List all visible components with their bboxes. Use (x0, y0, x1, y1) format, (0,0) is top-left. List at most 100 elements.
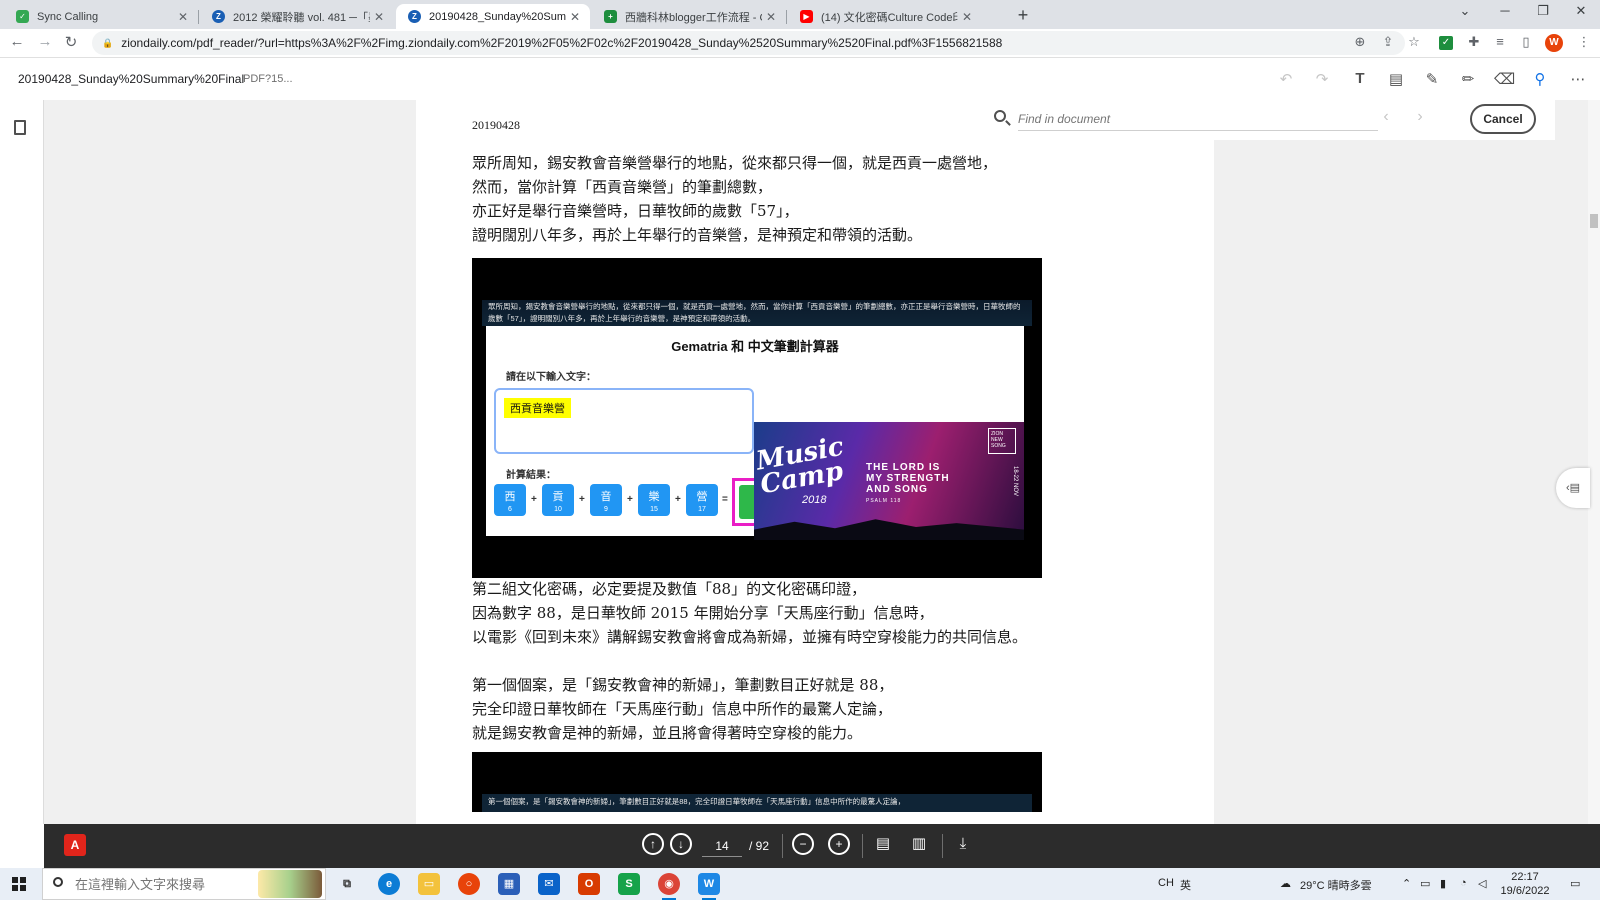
search-icon[interactable]: ⚲ (1530, 70, 1550, 88)
eraser-icon[interactable]: ⌫ (1494, 70, 1515, 88)
page-thumbnails-icon[interactable] (14, 120, 26, 135)
extension-checkmark-icon[interactable]: ✓ (1439, 36, 1453, 50)
zoom-out-icon[interactable]: − (792, 833, 814, 855)
zion-favicon-icon: Z (408, 10, 421, 23)
clock-date: 19/6/2022 (1500, 885, 1550, 897)
more-options-icon[interactable]: ⋯ (1568, 70, 1588, 88)
tab-culture-code-youtube[interactable]: ▶ (14) 文化密碼Culture Code印證 ✕ (788, 4, 982, 29)
edge-browser-icon[interactable]: e (378, 873, 400, 895)
page-number-input[interactable] (702, 835, 742, 857)
new-tab-button[interactable]: + (1012, 5, 1034, 26)
network-icon[interactable]: ▭ (1420, 877, 1430, 890)
find-in-document-input[interactable] (1018, 107, 1378, 131)
volume-icon[interactable]: ◁ (1478, 877, 1486, 890)
vertical-scrollbar[interactable] (1588, 100, 1600, 824)
weather-text[interactable]: 29°C 晴時多雲 (1300, 877, 1372, 893)
store-icon[interactable]: ▦ (498, 873, 520, 895)
tab-strip: ✓ Sync Calling ✕ Z 2012 榮耀聆聽 vol. 481 ─「… (0, 0, 1600, 29)
highlight-icon[interactable]: ✎ (1422, 70, 1442, 88)
previous-result-icon[interactable]: ‹ (1378, 108, 1394, 126)
show-hidden-icons-icon[interactable]: ⌃ (1402, 877, 1411, 890)
writer-app-icon[interactable]: W (698, 873, 720, 900)
ime-indicator[interactable]: CH (1158, 877, 1174, 889)
next-result-icon[interactable]: › (1412, 108, 1428, 126)
taskbar-search-input[interactable] (75, 875, 255, 895)
close-tab-icon[interactable]: ✕ (174, 10, 192, 24)
close-tab-icon[interactable]: ✕ (566, 10, 584, 24)
forward-arrow-icon[interactable]: → (34, 33, 56, 50)
restore-button[interactable]: ❐ (1528, 3, 1558, 19)
system-clock[interactable]: 22:17 19/6/2022 (1494, 870, 1556, 898)
next-page-icon[interactable]: ↓ (670, 833, 692, 855)
browser-toolbar: ← → ↻ 🔒 ziondaily.com/pdf_reader/?url=ht… (0, 29, 1600, 58)
toolbar-divider (862, 834, 863, 858)
mountain-silhouette (754, 519, 1024, 540)
search-icon (994, 110, 1006, 122)
input-mode-icon[interactable]: 英 (1180, 877, 1191, 893)
scrollbar-thumb[interactable] (1590, 214, 1598, 228)
close-tab-icon[interactable]: ✕ (370, 10, 388, 24)
back-arrow-icon[interactable]: ← (6, 33, 28, 50)
office-icon[interactable]: O (578, 873, 600, 895)
poster-date: 18-22 NOV (1012, 466, 1018, 497)
notification-icon[interactable]: ▭ (1570, 877, 1580, 890)
reload-icon[interactable]: ↻ (60, 33, 82, 51)
char-glyph: 西 (504, 491, 516, 503)
app-circle-icon[interactable]: ○ (458, 873, 480, 895)
draw-pen-icon[interactable]: ✏ (1458, 70, 1478, 88)
download-icon[interactable]: ⤓ (952, 833, 974, 855)
char-glyph: 貢 (552, 491, 564, 503)
plus-sign: + (579, 494, 585, 505)
paragraph-line: 因為數字 88，是日華牧師 2015 年開始分享「天馬座行動」信息時， (472, 604, 934, 622)
undo-icon[interactable]: ↶ (1276, 70, 1296, 88)
reading-list-icon[interactable]: ≡ (1490, 34, 1510, 52)
close-tab-icon[interactable]: ✕ (762, 10, 780, 24)
acrobat-logo-icon[interactable]: A (64, 834, 86, 856)
zoom-in-icon[interactable]: + (828, 833, 850, 855)
char-stroke-count: 15 (650, 506, 658, 513)
tab-blogger-workflow[interactable]: + 西牆科林blogger工作流程 - Goo ✕ (592, 4, 787, 29)
char-stroke-count: 10 (554, 506, 562, 513)
paragraph-line: 亦正好是舉行音樂營時，日華牧師的歲數「57」， (472, 202, 799, 220)
pdf-viewer[interactable]: 20190428 眾所周知，錫安教會音樂營舉行的地點，從來都只得一個，就是西貢一… (44, 100, 1590, 824)
tab-sync-calling[interactable]: ✓ Sync Calling ✕ (4, 4, 199, 29)
side-panel-icon[interactable]: ▯ (1516, 34, 1536, 52)
close-tab-icon[interactable]: ✕ (958, 10, 976, 24)
file-explorer-icon[interactable]: ▭ (418, 873, 440, 895)
bookmark-star-icon[interactable]: ☆ (1404, 34, 1424, 52)
close-window-button[interactable]: ✕ (1566, 3, 1596, 19)
tab-separator (198, 10, 199, 24)
extensions-puzzle-icon[interactable]: ✚ (1464, 34, 1484, 52)
weather-icon[interactable]: ☁ (1280, 877, 1291, 890)
tab-search-chevron-icon[interactable]: ⌄ (1450, 3, 1480, 19)
fit-page-icon[interactable]: ▤ (872, 833, 894, 855)
browser-menu-icon[interactable]: ⋮ (1574, 34, 1594, 52)
paragraph-line: 眾所周知，錫安教會音樂營舉行的地點，從來都只得一個，就是西貢一處營地， (472, 154, 998, 172)
redo-icon[interactable]: ↷ (1312, 70, 1332, 88)
mail-icon[interactable]: ✉ (538, 873, 560, 895)
address-bar[interactable]: 🔒 ziondaily.com/pdf_reader/?url=https%3A… (92, 31, 1405, 55)
tab-vol-481[interactable]: Z 2012 榮耀聆聽 vol. 481 ─「墨 ✕ (200, 4, 394, 29)
add-text-icon[interactable]: T (1350, 70, 1370, 87)
page-total: / 92 (749, 839, 770, 853)
calculator-screenshot-figure: 眾所周知，錫安教會音樂營舉行的地點，從來都只得一個，就是西貢一處營地，然而，當你… (472, 258, 1042, 578)
wifi-icon[interactable]: ◔ (1460, 877, 1467, 889)
sheets-app-icon[interactable]: S (618, 873, 640, 895)
chrome-icon[interactable]: ◉ (658, 873, 680, 900)
comment-icon[interactable]: ▤ (1386, 70, 1406, 88)
tab-sunday-summary[interactable]: Z 20190428_Sunday%20Summar ✕ (396, 4, 590, 29)
task-view-icon[interactable]: ⧉ (336, 873, 358, 895)
windows-start-icon[interactable] (12, 877, 26, 891)
share-icon[interactable]: ⇪ (1378, 34, 1398, 52)
previous-page-icon[interactable]: ↑ (642, 833, 664, 855)
page-view-icon[interactable]: ▥ (908, 833, 930, 855)
poster-line: MY STRENGTH (866, 473, 950, 484)
search-highlight-art (258, 870, 322, 898)
comment-panel-toggle-icon[interactable]: ‹▤ (1556, 468, 1590, 508)
profile-avatar[interactable]: W (1545, 34, 1563, 52)
minimize-button[interactable]: ─ (1490, 3, 1520, 18)
cancel-button[interactable]: Cancel (1470, 104, 1536, 134)
zoom-icon[interactable]: ⊕ (1350, 34, 1370, 52)
battery-icon[interactable]: ▮ (1440, 877, 1446, 890)
zion-new-song-logo: ZION NEW SONG (988, 428, 1016, 454)
